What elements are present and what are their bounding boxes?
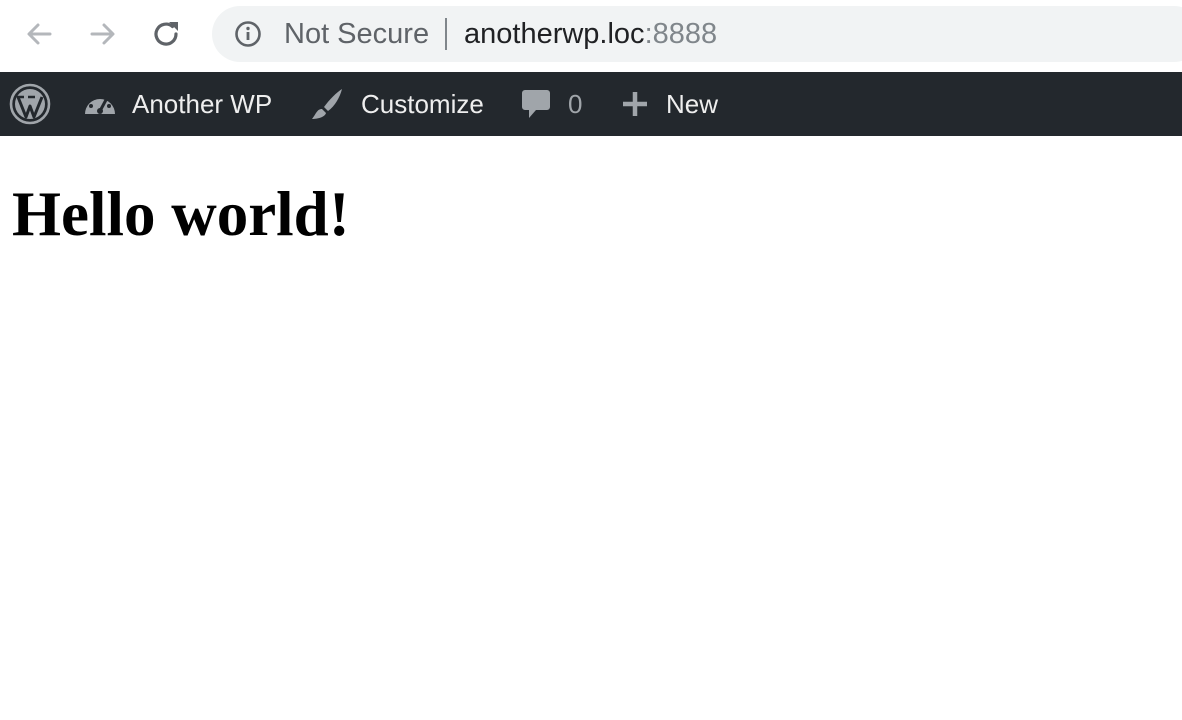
paintbrush-icon [312,89,342,119]
new-label: New [666,88,719,119]
customize-menu[interactable]: Customize [309,72,484,136]
wordpress-logo-menu[interactable] [8,72,52,136]
page-title: Hello world! [12,179,350,249]
address-bar-divider [445,18,447,50]
browser-toolbar: Not Secure anotherwp.loc:8888 [0,0,1182,72]
url-text[interactable]: anotherwp.loc:8888 [464,18,717,50]
url-port: :8888 [644,18,718,50]
address-bar[interactable]: Not Secure anotherwp.loc:8888 [212,6,1182,62]
plus-icon [623,92,647,116]
comments-menu[interactable]: 0 [520,72,582,136]
back-button[interactable] [19,14,59,54]
page-content: Hello world! [12,178,350,250]
arrow-left-icon [27,23,52,45]
comment-bubble-icon [522,90,550,118]
wp-admin-bar: Another WP Customize 0 New [0,72,1182,136]
site-name-menu[interactable]: Another WP [82,72,272,136]
info-icon[interactable] [234,20,262,48]
reload-icon [154,22,178,46]
arrow-right-icon [90,23,115,45]
reload-button[interactable] [147,14,187,54]
url-host: anotherwp.loc [464,18,645,50]
new-content-menu[interactable]: New [620,72,718,136]
dashboard-gauge-icon [85,93,115,114]
security-status-label[interactable]: Not Secure [284,18,429,50]
wordpress-logo-icon [9,83,51,125]
comments-count: 0 [568,88,583,119]
site-name-label: Another WP [132,88,273,119]
customize-label: Customize [361,88,484,119]
forward-button[interactable] [83,14,123,54]
